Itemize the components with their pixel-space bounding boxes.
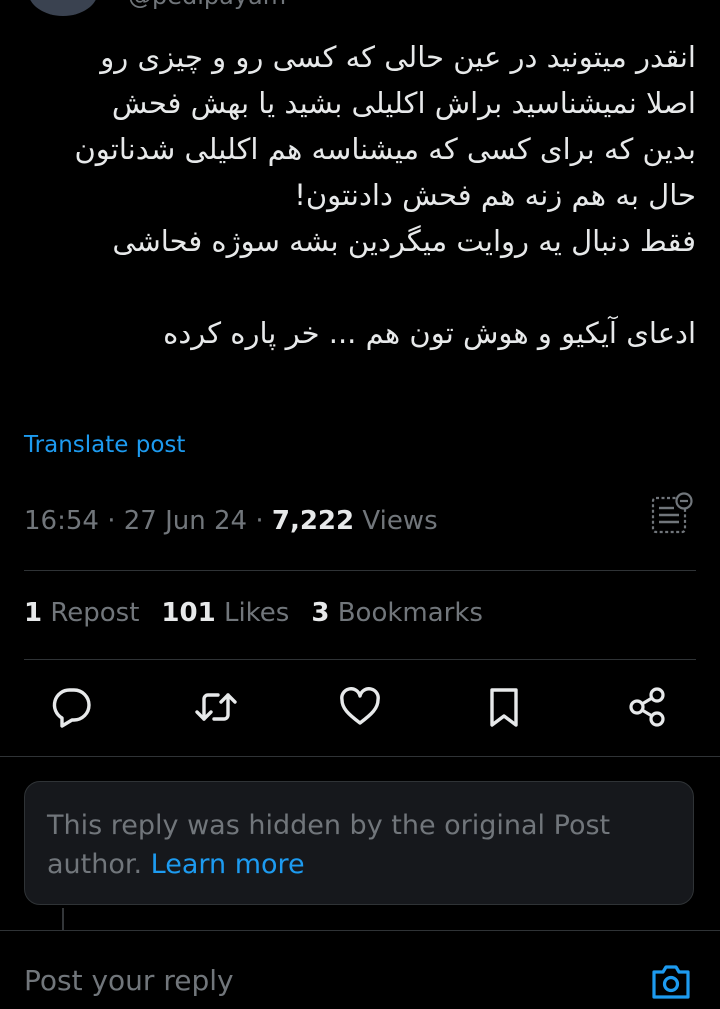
likes-stat[interactable]: 101 Likes: [161, 598, 289, 628]
post-time[interactable]: 16:54: [24, 506, 99, 536]
author-handle[interactable]: @pedipayam: [128, 0, 286, 10]
learn-more-link[interactable]: Learn more: [151, 849, 305, 880]
author-avatar[interactable]: [28, 0, 98, 16]
analytics-icon[interactable]: [648, 490, 694, 536]
post-stats: 1 Repost 101 Likes 3 Bookmarks: [24, 598, 483, 628]
like-icon[interactable]: [338, 685, 382, 729]
divider: [24, 659, 696, 660]
translate-post-link[interactable]: Translate post: [24, 432, 185, 458]
post-line: بدین که برای کسی که میشناسه هم اکلیلی شد…: [74, 132, 696, 166]
reply-icon[interactable]: [50, 685, 94, 729]
bookmark-icon[interactable]: [482, 685, 526, 729]
reposts-stat[interactable]: 1 Repost: [24, 598, 139, 628]
bookmarks-stat[interactable]: 3 Bookmarks: [311, 598, 483, 628]
post-meta: 16:54 · 27 Jun 24 · 7,222 Views: [24, 506, 438, 536]
divider: [24, 570, 696, 571]
thread-line: [62, 908, 64, 930]
divider: [0, 756, 720, 757]
reply-input[interactable]: Post your reply: [24, 964, 234, 997]
hidden-reply-notice: This reply was hidden by the original Po…: [24, 781, 694, 905]
repost-icon[interactable]: [194, 685, 238, 729]
post-text: انقدر میتونید در عین حالی که کسی رو و چی…: [24, 34, 696, 356]
post-line: حال به هم زنه هم فحش دادنتون!: [294, 178, 696, 212]
post-line: ادعای آیکیو و هوش تون هم ... خر پاره کرد…: [163, 316, 696, 350]
views-count: 7,222: [271, 506, 355, 536]
post-line: انقدر میتونید در عین حالی که کسی رو و چی…: [100, 40, 696, 74]
divider: [0, 930, 720, 931]
post-line: اصلا نمیشناسید براش اکلیلی بشید یا بهش ف…: [111, 86, 696, 120]
action-bar: [0, 685, 720, 735]
views-label: Views: [354, 506, 438, 536]
camera-icon[interactable]: [650, 962, 692, 1002]
share-icon[interactable]: [626, 685, 670, 729]
post-line: فقط دنبال یه روایت میگردین بشه سوژه فحاش…: [112, 224, 696, 258]
hidden-reply-text: This reply was hidden by the original Po…: [47, 810, 611, 880]
post-date[interactable]: 27 Jun 24: [124, 506, 247, 536]
